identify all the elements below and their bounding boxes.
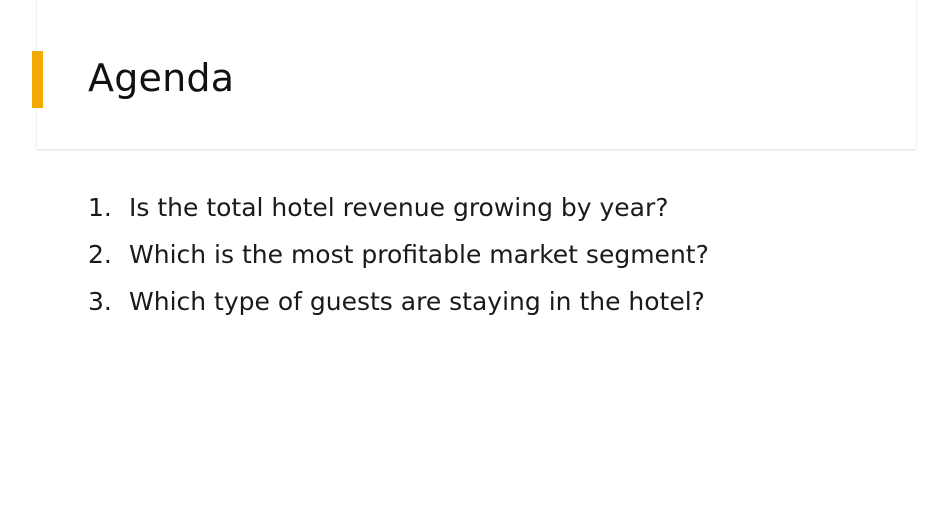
agenda-item-text: Which is the most profitable market segm… bbox=[129, 240, 709, 269]
agenda-item-text: Which type of guests are staying in the … bbox=[129, 287, 705, 316]
agenda-item: 2. Which is the most profitable market s… bbox=[88, 233, 709, 280]
agenda-item-text: Is the total hotel revenue growing by ye… bbox=[129, 193, 669, 222]
agenda-item-number: 3. bbox=[88, 287, 112, 316]
title-accent-bar bbox=[32, 51, 43, 108]
agenda-item: 1. Is the total hotel revenue growing by… bbox=[88, 186, 709, 233]
agenda-list: 1. Is the total hotel revenue growing by… bbox=[88, 186, 709, 327]
slide-title: Agenda bbox=[88, 56, 235, 100]
agenda-item: 3. Which type of guests are staying in t… bbox=[88, 280, 709, 327]
agenda-item-number: 1. bbox=[88, 193, 112, 222]
agenda-item-number: 2. bbox=[88, 240, 112, 269]
